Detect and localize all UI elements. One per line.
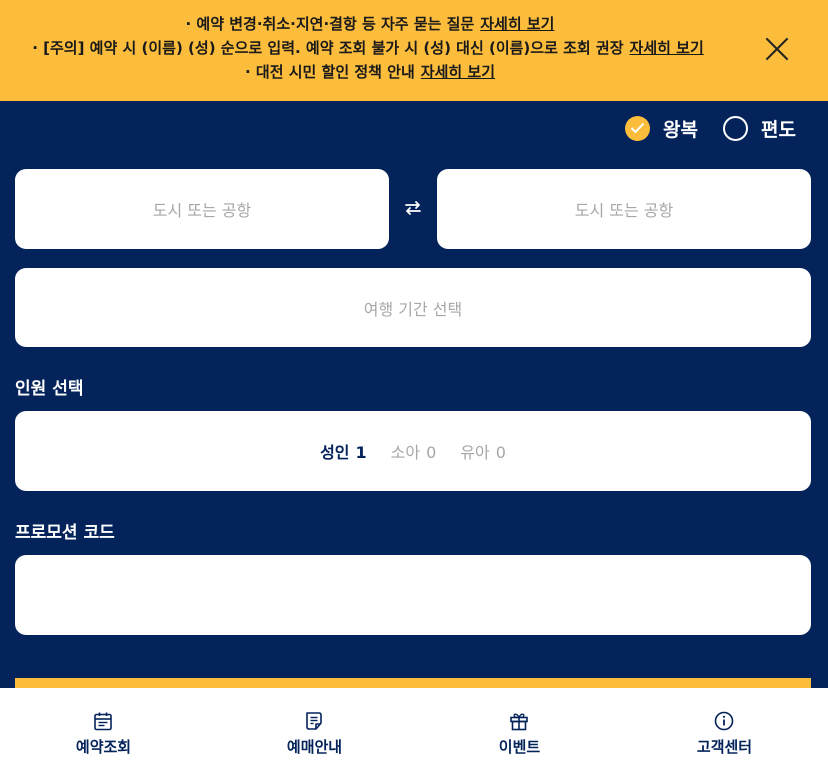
round-trip-option[interactable]: 왕복 bbox=[625, 114, 698, 142]
swap-icon[interactable] bbox=[401, 196, 425, 220]
check-icon bbox=[630, 122, 645, 134]
tab-customer-center[interactable]: 고객센터 bbox=[621, 688, 828, 778]
promo-section-label: 프로모션 코드 bbox=[15, 523, 115, 543]
child-count: 소아 0 bbox=[391, 439, 437, 463]
tab-label: 예약조회 bbox=[75, 738, 132, 756]
notice-line-faq: · 예약 변경·취소·지연·결항 등 자주 묻는 질문 자세히 보기 bbox=[0, 14, 740, 34]
passenger-selector[interactable]: 성인 1 소아 0 유아 0 bbox=[15, 411, 811, 491]
unchecked-radio-icon[interactable] bbox=[723, 115, 748, 141]
one-way-option[interactable]: 편도 bbox=[723, 114, 796, 142]
bottom-tab-bar: 예약조회 예매안내 이벤트 고객센터 bbox=[0, 688, 828, 778]
notice-text: · 예약 변경·취소·지연·결항 등 자주 묻는 질문 bbox=[185, 15, 475, 33]
info-icon bbox=[714, 711, 734, 731]
discount-detail-link[interactable]: 자세히 보기 bbox=[421, 63, 495, 81]
promo-code-input[interactable] bbox=[31, 574, 795, 616]
notice-banner: · 예약 변경·취소·지연·결항 등 자주 묻는 질문 자세히 보기 · [주의]… bbox=[0, 0, 828, 101]
tab-reservation-lookup[interactable]: 예약조회 bbox=[0, 688, 207, 778]
child-number: 0 bbox=[426, 443, 437, 462]
notice-line-discount: · 대전 시민 할인 정책 안내 자세히 보기 bbox=[0, 62, 740, 82]
notice-text: · 대전 시민 할인 정책 안내 bbox=[244, 63, 415, 81]
document-icon bbox=[306, 712, 322, 730]
adult-count: 성인 1 bbox=[320, 439, 367, 463]
notice-line-name-order: · [주의] 예약 시 (이름) (성) 순으로 입력. 예약 조회 불가 시 … bbox=[0, 38, 736, 58]
child-label: 소아 bbox=[390, 443, 421, 462]
tab-booking-guide[interactable]: 예매안내 bbox=[211, 688, 418, 778]
passenger-section-label: 인원 선택 bbox=[15, 379, 84, 399]
adult-number: 1 bbox=[355, 443, 367, 462]
name-order-detail-link[interactable]: 자세히 보기 bbox=[630, 39, 704, 57]
tab-label: 이벤트 bbox=[498, 738, 541, 756]
round-trip-label: 왕복 bbox=[663, 118, 698, 141]
tab-label: 예매안내 bbox=[286, 738, 343, 756]
arrival-placeholder: 도시 또는 공항 bbox=[574, 201, 674, 220]
adult-label: 성인 bbox=[320, 443, 350, 462]
faq-detail-link[interactable]: 자세히 보기 bbox=[480, 15, 554, 33]
tab-label: 고객센터 bbox=[696, 738, 753, 756]
arrival-field[interactable]: 도시 또는 공항 bbox=[437, 169, 811, 249]
infant-number: 0 bbox=[495, 443, 506, 462]
one-way-label: 편도 bbox=[761, 118, 796, 141]
gift-icon bbox=[510, 713, 528, 731]
infant-count: 유아 0 bbox=[460, 439, 506, 463]
departure-field[interactable]: 도시 또는 공항 bbox=[15, 169, 389, 249]
checked-radio-icon[interactable] bbox=[625, 115, 650, 141]
travel-date-placeholder: 여행 기간 선택 bbox=[363, 299, 463, 319]
promo-code-box[interactable] bbox=[15, 555, 811, 635]
infant-label: 유아 bbox=[460, 443, 490, 462]
notice-text: · [주의] 예약 시 (이름) (성) 순으로 입력. 예약 조회 불가 시 … bbox=[32, 39, 624, 57]
close-icon[interactable] bbox=[764, 36, 790, 62]
tab-events[interactable]: 이벤트 bbox=[416, 688, 623, 778]
calendar-icon bbox=[94, 712, 112, 731]
departure-placeholder: 도시 또는 공항 bbox=[152, 201, 252, 220]
travel-date-field[interactable]: 여행 기간 선택 bbox=[15, 268, 811, 347]
